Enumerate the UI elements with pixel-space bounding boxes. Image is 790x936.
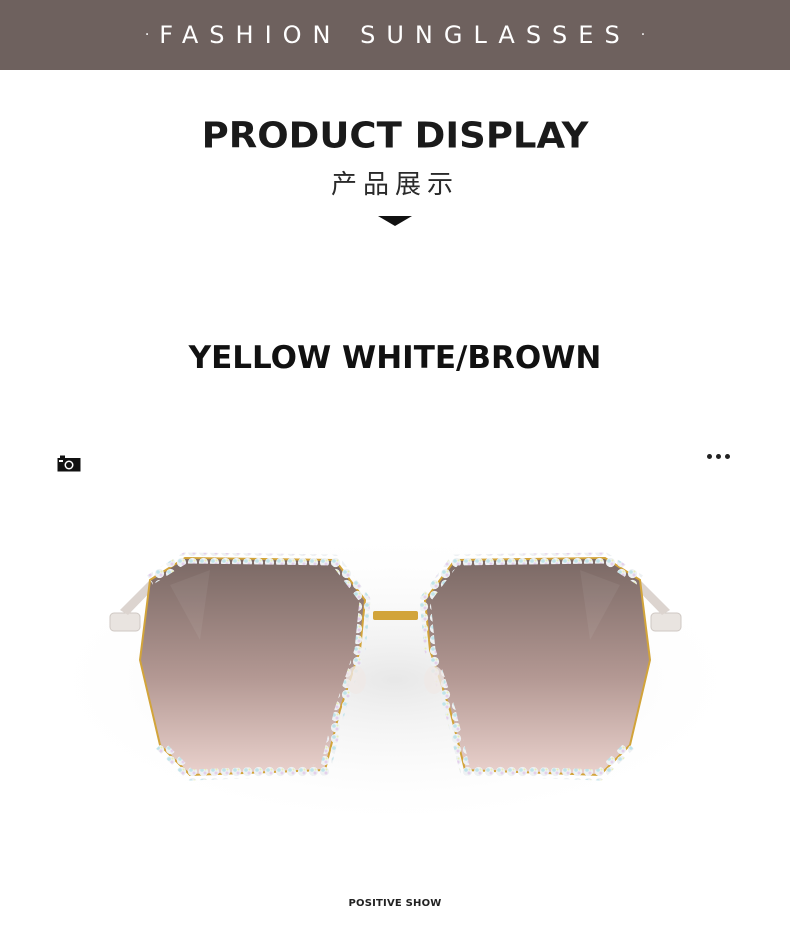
- banner-dot-left: ·: [144, 27, 150, 43]
- top-banner: · FASHION SUNGLASSES ·: [0, 0, 790, 70]
- color-variant-name: YELLOW WHITE/BROWN: [188, 340, 602, 376]
- camera-icon[interactable]: [57, 455, 81, 476]
- more-dots-icon[interactable]: [707, 454, 730, 459]
- banner-title: FASHION SUNGLASSES: [159, 21, 631, 49]
- sunglasses-image: [0, 480, 790, 880]
- section-title: PRODUCT DISPLAY: [201, 115, 589, 156]
- banner-dot-right: ·: [640, 27, 646, 43]
- image-caption: POSITIVE SHOW: [348, 898, 442, 909]
- down-arrow-icon: [378, 216, 412, 226]
- section-subtitle: 产品展示: [330, 170, 459, 200]
